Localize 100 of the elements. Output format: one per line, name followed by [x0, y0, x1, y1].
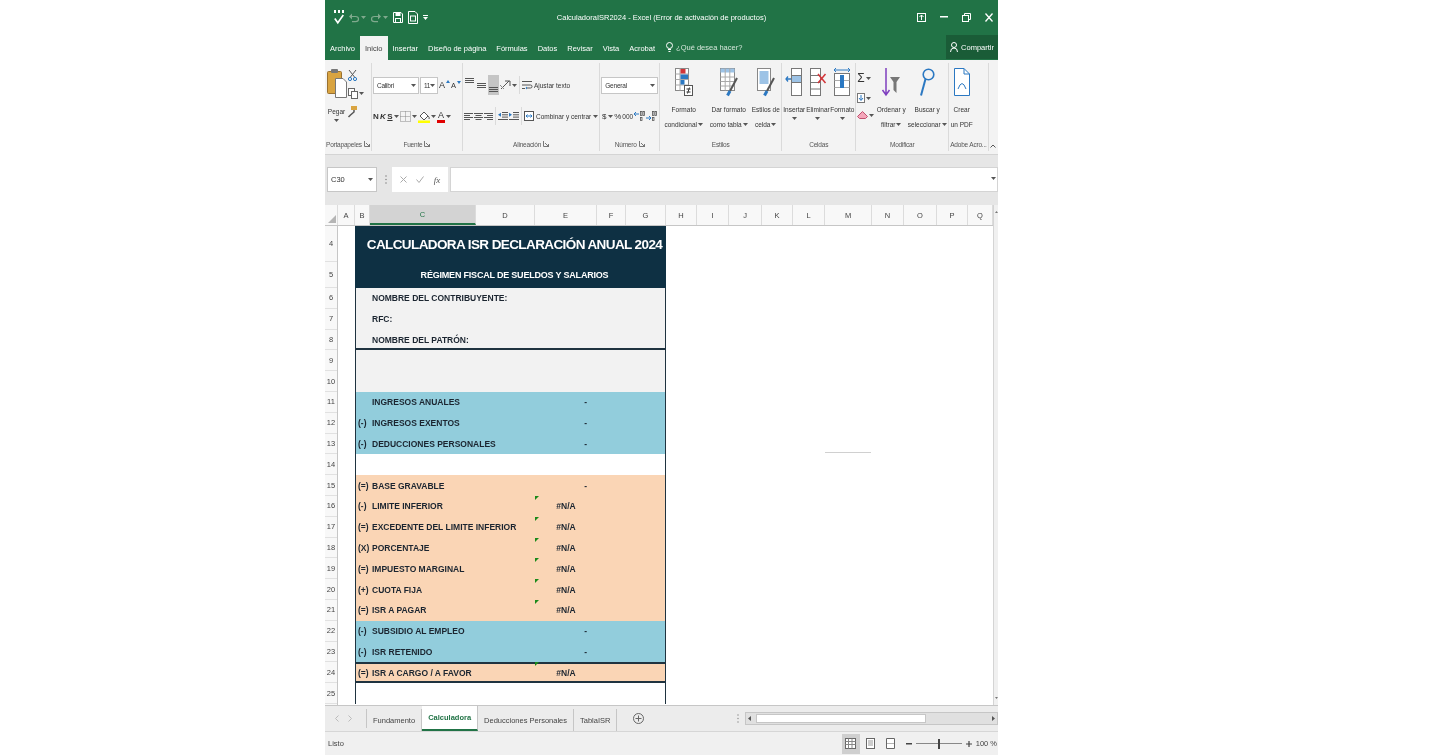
caret-icon — [430, 114, 436, 118]
document-icon — [953, 68, 970, 96]
currency-button[interactable]: $ — [601, 107, 608, 125]
underline-button[interactable]: S — [386, 107, 393, 125]
insert-function-button[interactable]: fx — [433, 174, 441, 185]
caret-icon — [869, 113, 875, 117]
percent-button[interactable]: % — [614, 107, 622, 125]
item-label: PORCENTAJE — [372, 542, 430, 553]
grow-font-button[interactable]: A — [438, 76, 450, 94]
caret-left-icon[interactable] — [748, 716, 751, 721]
vertical-scrollbar[interactable] — [993, 205, 998, 705]
chevron-up-icon[interactable] — [990, 144, 996, 148]
autosum-button[interactable]: Σ — [857, 71, 865, 85]
item-value: - — [584, 397, 587, 408]
item-value: #N/A — [556, 542, 577, 553]
arrow-funnel-icon — [882, 68, 901, 96]
scissors-icon[interactable] — [348, 70, 357, 81]
field-label: RFC: — [372, 314, 393, 325]
item-label: ISR A CARGO / A FAVOR — [372, 667, 472, 678]
arrow-digits-icon[interactable] — [646, 111, 658, 121]
grid-bars-icon — [674, 68, 693, 96]
caret-icon — [334, 119, 339, 122]
lines-icon — [488, 87, 498, 92]
copy-icon[interactable] — [348, 88, 358, 99]
item-value: #N/A — [556, 584, 577, 595]
lines-icon — [464, 78, 474, 83]
caret-right-icon[interactable] — [992, 716, 995, 721]
caret-icon — [866, 96, 872, 100]
caret-icon — [650, 83, 656, 87]
operator-label: (=) — [358, 667, 369, 678]
plus-icon[interactable] — [965, 740, 972, 747]
view-button[interactable] — [841, 733, 860, 754]
caret-icon — [865, 76, 871, 80]
font-color-button[interactable]: A — [436, 109, 445, 123]
paint-bucket-icon[interactable] — [417, 109, 430, 123]
save-icon[interactable] — [393, 11, 403, 23]
corner-arrow-icon[interactable] — [638, 141, 645, 147]
decrease-indent-icon[interactable] — [497, 112, 508, 120]
paintbrush-icon[interactable] — [348, 106, 357, 117]
arrow-digits-icon[interactable] — [634, 111, 646, 121]
caret-icon — [393, 114, 399, 118]
check-icon[interactable] — [416, 176, 425, 183]
grid-view-icon — [845, 738, 857, 749]
corner-arrow-icon[interactable] — [363, 141, 370, 147]
search-icon — [920, 68, 935, 96]
formula-field[interactable] — [450, 167, 998, 192]
caret-icon — [815, 117, 821, 120]
diagonal-arrow-icon[interactable] — [499, 80, 511, 90]
item-value: - — [584, 480, 587, 491]
increase-indent-icon[interactable] — [508, 112, 519, 120]
restore-icon[interactable] — [962, 12, 971, 22]
operator-label: (+) — [358, 584, 369, 595]
check-icon[interactable] — [334, 10, 344, 24]
dotted-grid-icon[interactable] — [399, 110, 411, 122]
caret-icon — [359, 92, 364, 95]
minus-icon[interactable] — [905, 742, 912, 745]
corner-arrow-icon[interactable] — [424, 141, 431, 147]
item-label: SUBSIDIO AL EMPLEO — [372, 626, 465, 637]
operator-label: (-) — [358, 438, 367, 449]
align-right-icon[interactable] — [483, 112, 493, 120]
grid-x-icon — [809, 68, 826, 96]
page-icon — [866, 738, 876, 749]
scrollbar-thumb[interactable] — [756, 714, 926, 723]
column-arrows-icon — [834, 68, 851, 96]
lightbulb-icon — [666, 42, 674, 52]
caret-icon — [742, 123, 748, 127]
vertical-align-button[interactable] — [487, 75, 499, 95]
caret-up-icon[interactable] — [994, 211, 998, 213]
align-center-icon[interactable] — [473, 112, 483, 120]
horizontal-scrollbar[interactable] — [745, 712, 998, 725]
item-label: INGRESOS EXENTOS — [372, 418, 460, 429]
bold-button[interactable]: N — [372, 107, 379, 125]
sheet-title: CALCULADORA ISR DECLARACIÓN ANUAL 2024 — [366, 236, 663, 252]
slider-thumb[interactable] — [937, 738, 940, 749]
field-label: NOMBRE DEL CONTRIBUYENTE: — [372, 293, 508, 304]
caret-icon[interactable] — [423, 14, 428, 20]
caret-icon — [361, 15, 366, 19]
operator-label: (-) — [358, 418, 367, 429]
item-label: LIMITE INFERIOR — [372, 501, 443, 512]
caret-icon — [410, 83, 416, 87]
italic-button[interactable]: K — [379, 107, 386, 125]
box-arrow-icon[interactable] — [917, 12, 926, 22]
operator-label: (-) — [358, 646, 367, 657]
eraser-icon[interactable] — [857, 111, 869, 119]
lines-icon — [476, 82, 486, 88]
align-left-icon[interactable] — [463, 112, 473, 120]
close-icon[interactable] — [985, 12, 993, 22]
item-label: BASE GRAVABLE — [372, 480, 445, 491]
caret-down-icon[interactable] — [994, 697, 998, 699]
caret-icon — [771, 123, 777, 127]
operator-label: (=) — [358, 605, 369, 616]
down-arrow-icon[interactable] — [857, 93, 866, 103]
plus-circle-icon[interactable] — [633, 713, 645, 724]
page-icon[interactable] — [408, 10, 418, 24]
caret-icon — [791, 117, 797, 120]
item-value: #N/A — [556, 522, 577, 533]
corner-arrow-icon[interactable] — [543, 141, 550, 147]
caret-icon — [593, 114, 599, 118]
item-label: ISR RETENIDO — [372, 646, 433, 657]
operator-label: (-) — [358, 501, 367, 512]
